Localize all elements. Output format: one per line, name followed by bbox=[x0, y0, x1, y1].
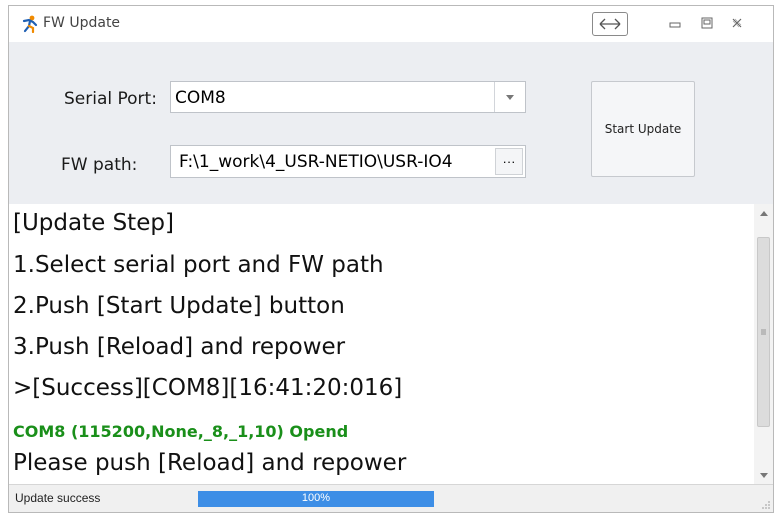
maximize-button[interactable] bbox=[695, 12, 719, 34]
browse-button[interactable]: ··· bbox=[495, 148, 523, 175]
title-bar[interactable]: FW Update bbox=[9, 6, 773, 42]
log-line: 2.Push [Start Update] button bbox=[13, 293, 345, 319]
close-icon bbox=[732, 18, 742, 28]
grip-icon bbox=[761, 329, 766, 335]
resize-grip-icon[interactable] bbox=[761, 500, 771, 510]
scrollbar-thumb[interactable] bbox=[757, 237, 770, 427]
minimize-icon bbox=[669, 22, 681, 28]
serial-port-label: Serial Port: bbox=[64, 89, 157, 109]
log-line: 3.Push [Reload] and repower bbox=[13, 334, 346, 360]
serial-port-value: COM8 bbox=[175, 88, 226, 108]
log-line: >[Success][COM8][16:41:20:016] bbox=[13, 375, 403, 401]
log-line: [Update Step] bbox=[13, 210, 174, 236]
scroll-up-icon[interactable] bbox=[754, 204, 773, 222]
fw-path-value[interactable]: F:\1_work\4_USR-NETIO\USR-IO4 bbox=[179, 152, 493, 172]
settings-panel: Serial Port: COM8 FW path: F:\1_work\4_U… bbox=[9, 42, 773, 204]
vertical-scrollbar[interactable] bbox=[754, 204, 773, 484]
status-text: Update success bbox=[15, 491, 101, 505]
scroll-down-icon[interactable] bbox=[754, 466, 773, 484]
minimize-button[interactable] bbox=[663, 12, 687, 34]
app-icon bbox=[22, 15, 38, 33]
fw-update-window: FW Update Serial Port: COM8 FW path: F:\… bbox=[8, 5, 774, 513]
window-title: FW Update bbox=[43, 15, 121, 31]
log-line: Please push [Reload] and repower bbox=[13, 450, 407, 476]
fw-path-field[interactable]: F:\1_work\4_USR-NETIO\USR-IO4 ··· bbox=[170, 145, 526, 178]
swap-button[interactable] bbox=[592, 12, 628, 36]
log-line-success: COM8 (115200,None,_8,_1,10) Opend bbox=[13, 422, 349, 441]
status-bar: Update success 100% bbox=[9, 484, 773, 512]
start-update-button[interactable]: Start Update bbox=[591, 81, 695, 177]
fw-path-label: FW path: bbox=[61, 155, 138, 175]
log-line: 1.Select serial port and FW path bbox=[13, 252, 384, 278]
progress-label: 100% bbox=[301, 492, 331, 504]
progress-bar: 100% bbox=[198, 491, 434, 507]
log-output[interactable]: [Update Step] 1.Select serial port and F… bbox=[9, 204, 754, 484]
dropdown-arrow-icon[interactable] bbox=[494, 82, 525, 112]
maximize-icon bbox=[701, 17, 713, 29]
arrows-horizontal-icon bbox=[599, 18, 621, 30]
serial-port-select[interactable]: COM8 bbox=[170, 81, 526, 113]
close-button[interactable] bbox=[725, 12, 749, 34]
